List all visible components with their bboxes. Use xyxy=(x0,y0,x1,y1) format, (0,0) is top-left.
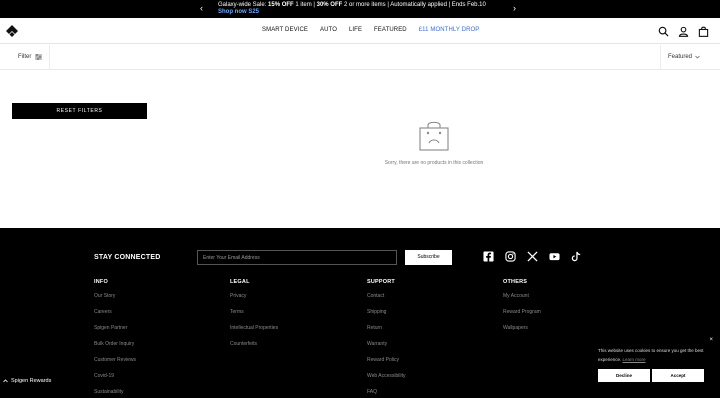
announcement-bar: ‹ Galaxy-wide Sale: 15% OFF 1 item | 30%… xyxy=(0,0,720,18)
filter-divider xyxy=(49,45,50,70)
nav-item-monthly-drop[interactable]: £11 MONTHLY DROP xyxy=(419,27,480,33)
reset-filters-button[interactable]: RESET FILTERS xyxy=(12,103,147,119)
empty-bag-icon xyxy=(419,121,449,151)
footer-link-my-account[interactable]: My Account xyxy=(503,293,541,299)
footer-link-return[interactable]: Return xyxy=(367,325,406,331)
subscribe-button[interactable]: Subscribe xyxy=(405,250,452,265)
tiktok-icon[interactable] xyxy=(571,251,582,262)
footer-link-reward-program[interactable]: Reward Program xyxy=(503,309,541,315)
main-nav: SMART DEVICE AUTO LIFE FEATURED £11 MONT… xyxy=(262,27,491,33)
footer-column-legal: LEGAL Privacy Terms Intellectual Propert… xyxy=(230,279,278,357)
sort-label: Featured xyxy=(668,54,693,60)
empty-state-message: Sorry, there are no products in this col… xyxy=(384,160,484,166)
footer-link-warranty[interactable]: Warranty xyxy=(367,341,406,347)
footer-link-reward-policy[interactable]: Reward Policy xyxy=(367,357,406,363)
footer-link-ip[interactable]: Intellectual Properties xyxy=(230,325,278,331)
sort-dropdown[interactable]: Featured xyxy=(668,54,700,60)
footer-column-support: SUPPORT Contact Shipping Return Warranty… xyxy=(367,279,406,398)
chevron-down-icon xyxy=(695,55,700,59)
stay-connected-heading: STAY CONNECTED xyxy=(94,254,161,261)
rewards-label: Spigen Rewards xyxy=(11,378,52,384)
footer-column-title: LEGAL xyxy=(230,279,250,285)
cookie-close-icon[interactable]: × xyxy=(709,337,713,343)
footer-link-sustainability[interactable]: Sustainability xyxy=(94,389,136,395)
announcement-next-arrow[interactable]: › xyxy=(513,3,516,13)
footer-link-customer-reviews[interactable]: Customer Reviews xyxy=(94,357,136,363)
instagram-icon[interactable] xyxy=(505,251,516,262)
account-icon[interactable] xyxy=(678,26,689,37)
footer-link-shipping[interactable]: Shipping xyxy=(367,309,406,315)
site-header: SMART DEVICE AUTO LIFE FEATURED £11 MONT… xyxy=(0,18,720,44)
youtube-icon[interactable] xyxy=(549,251,560,262)
footer-link-web-accessibility[interactable]: Web Accessibility xyxy=(367,373,406,379)
social-links xyxy=(483,251,582,262)
facebook-icon[interactable] xyxy=(483,251,494,262)
announcement-message: Galaxy-wide Sale: 15% OFF 1 item | 30% O… xyxy=(218,2,486,8)
footer-column-info: INFO Our Story Careers Spigen Partner Bu… xyxy=(94,279,136,398)
spigen-logo-icon[interactable] xyxy=(6,25,18,37)
footer-column-others: OTHERS My Account Reward Program Wallpap… xyxy=(503,279,541,341)
footer-link-terms[interactable]: Terms xyxy=(230,309,278,315)
footer-link-spigen-partner[interactable]: Spigen Partner xyxy=(94,325,136,331)
nav-item-smart-device[interactable]: SMART DEVICE xyxy=(262,27,308,33)
cookie-decline-button[interactable]: Decline xyxy=(598,369,650,382)
announcement-shop-link[interactable]: Shop now S25 xyxy=(218,9,259,16)
footer-link-our-story[interactable]: Our Story xyxy=(94,293,136,299)
footer-column-title: SUPPORT xyxy=(367,279,395,285)
footer-link-faq[interactable]: FAQ xyxy=(367,389,406,395)
x-icon[interactable] xyxy=(527,251,538,262)
search-icon[interactable] xyxy=(658,26,669,37)
footer-link-wallpapers[interactable]: Wallpapers xyxy=(503,325,541,331)
filter-button[interactable]: Filter xyxy=(18,54,43,60)
email-input[interactable] xyxy=(197,250,397,265)
footer-column-title: INFO xyxy=(94,279,108,285)
filter-bar: Filter Featured xyxy=(0,45,720,70)
nav-item-featured[interactable]: FEATURED xyxy=(374,27,407,33)
cookie-learn-more-link[interactable]: Learn more xyxy=(623,357,646,362)
header-actions xyxy=(658,26,709,37)
footer-link-contact[interactable]: Contact xyxy=(367,293,406,299)
footer-link-privacy[interactable]: Privacy xyxy=(230,293,278,299)
nav-item-auto[interactable]: AUTO xyxy=(320,27,337,33)
filter-label: Filter xyxy=(18,54,32,60)
cookie-banner: × This website uses cookies to ensure yo… xyxy=(588,334,720,398)
bag-icon[interactable] xyxy=(698,26,709,37)
footer-column-title: OTHERS xyxy=(503,279,528,285)
nav-item-life[interactable]: LIFE xyxy=(349,27,362,33)
chevron-up-icon xyxy=(3,379,8,383)
footer-link-bulk-order[interactable]: Bulk Order Inquiry xyxy=(94,341,136,347)
footer-link-covid[interactable]: Covid-19 xyxy=(94,373,136,379)
announcement-prev-arrow[interactable]: ‹ xyxy=(200,3,203,13)
footer-link-careers[interactable]: Careers xyxy=(94,309,136,315)
spigen-rewards-launcher[interactable]: Spigen Rewards xyxy=(3,378,51,384)
sliders-icon xyxy=(35,54,43,60)
footer-link-counterfeits[interactable]: Counterfeits xyxy=(230,341,278,347)
sort-divider xyxy=(660,45,661,70)
cookie-message: This website uses cookies to ensure you … xyxy=(598,348,704,362)
cookie-accept-button[interactable]: Accept xyxy=(652,369,704,382)
